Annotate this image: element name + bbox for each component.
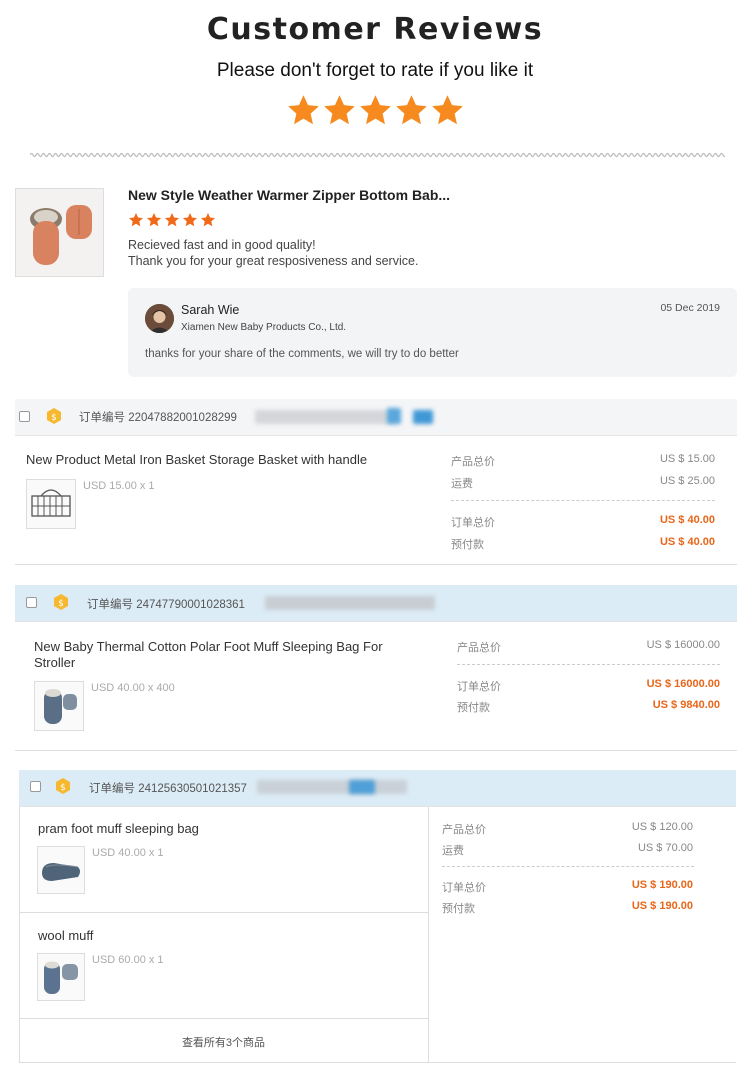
- order-card: $ 订单编号 24747790001028361 New Baby Therma…: [15, 585, 737, 751]
- summary-value: US $ 15.00: [659, 453, 715, 465]
- summary-divider: [457, 664, 720, 665]
- star-icon: [147, 213, 161, 227]
- item-divider: [19, 1018, 428, 1019]
- page-title: Customer Reviews: [206, 12, 544, 47]
- order-badge-icon: $: [47, 408, 61, 424]
- page-subtitle: Please don't forget to rate if you like …: [216, 60, 534, 81]
- order-bottom-border: [15, 750, 737, 751]
- summary-divider: [442, 866, 694, 867]
- order-select-checkbox[interactable]: [19, 411, 30, 422]
- wavy-divider: [30, 152, 725, 158]
- svg-text:$: $: [58, 599, 64, 609]
- reply-company-name: Xiamen New Baby Products Co., Ltd.: [181, 322, 347, 333]
- order-item-thumbnail[interactable]: [26, 479, 76, 529]
- sleeping-bag-icon: [16, 189, 103, 276]
- summary-value: US $ 120.00: [631, 821, 693, 833]
- blurred-text: [257, 780, 407, 794]
- blurred-text: [413, 410, 433, 424]
- order-left-border: [19, 807, 20, 1063]
- star-icon: [359, 95, 391, 125]
- star-icon: [165, 213, 179, 227]
- view-all-items-link[interactable]: 查看所有3个商品: [19, 1034, 428, 1050]
- order-header: $ 订单编号 22047882001028299: [15, 399, 737, 436]
- order-item-name[interactable]: pram foot muff sleeping bag: [38, 821, 398, 837]
- star-icon: [323, 95, 355, 125]
- order-total: US $ 40.00: [659, 514, 715, 526]
- order-prepayment: US $ 190.00: [631, 900, 693, 912]
- summary-label: 预付款: [457, 702, 490, 714]
- order-card: $ 订单编号 24125630501021357 pram foot muff …: [19, 770, 736, 1063]
- review-product-title[interactable]: New Style Weather Warmer Zipper Bottom B…: [128, 187, 450, 203]
- star-icon: [129, 213, 143, 227]
- reply-author-name: Sarah Wie: [181, 303, 240, 317]
- order-select-checkbox[interactable]: [30, 781, 41, 792]
- order-item-thumbnail[interactable]: [37, 846, 85, 894]
- order-item-price: USD 40.00 x 1: [92, 847, 164, 859]
- order-bottom-border: [19, 1062, 736, 1063]
- order-item-thumbnail[interactable]: [37, 953, 85, 1001]
- review-text-line: Recieved fast and in good quality!: [128, 238, 316, 252]
- seller-reply: Sarah Wie Xiamen New Baby Products Co., …: [128, 288, 737, 377]
- summary-label: 预付款: [451, 539, 484, 551]
- reply-date: 05 Dec 2019: [660, 302, 720, 314]
- order-number: 订单编号 22047882001028299: [79, 412, 237, 424]
- foot-muff-icon: [42, 863, 80, 881]
- star-icon: [287, 95, 319, 125]
- blurred-text: [255, 410, 395, 424]
- summary-label: 产品总价: [442, 824, 486, 836]
- order-total: US $ 190.00: [631, 879, 693, 891]
- summary-label: 订单总价: [457, 681, 501, 693]
- summary-label: 订单总价: [442, 882, 486, 894]
- order-card: $ 订单编号 22047882001028299 New Product Met…: [15, 399, 737, 565]
- summary-label: 运费: [442, 845, 464, 857]
- order-header: $ 订单编号 24125630501021357: [19, 770, 736, 807]
- order-bottom-border: [15, 564, 737, 565]
- order-prepayment: US $ 40.00: [659, 536, 715, 548]
- order-prepayment: US $ 9840.00: [652, 699, 720, 711]
- order-column-divider: [428, 807, 429, 1063]
- review-product-thumbnail[interactable]: [15, 188, 104, 277]
- summary-value: US $ 70.00: [637, 842, 693, 854]
- blurred-text: [349, 780, 375, 794]
- summary-label: 产品总价: [451, 456, 495, 468]
- summary-label: 产品总价: [457, 642, 501, 654]
- avatar: [145, 304, 174, 333]
- order-select-checkbox[interactable]: [26, 597, 37, 608]
- order-item-name[interactable]: wool muff: [38, 928, 398, 944]
- basket-icon: [31, 489, 71, 517]
- star-icon: [395, 95, 427, 125]
- order-badge-icon: $: [54, 594, 68, 610]
- reply-text: thanks for your share of the comments, w…: [145, 348, 459, 360]
- summary-label: 运费: [451, 478, 473, 490]
- order-item-price: USD 40.00 x 400: [91, 682, 175, 694]
- order-item-price: USD 60.00 x 1: [92, 954, 164, 966]
- summary-divider: [451, 500, 715, 501]
- order-number: 订单编号 24125630501021357: [89, 783, 247, 795]
- order-header: $ 订单编号 24747790001028361: [15, 585, 737, 622]
- sleeping-bag-icon: [44, 689, 77, 724]
- review-star-rating: [128, 212, 216, 228]
- order-item-price: USD 15.00 x 1: [83, 480, 155, 492]
- star-icon: [183, 213, 197, 227]
- summary-label: 预付款: [442, 903, 475, 915]
- star-icon: [201, 213, 215, 227]
- svg-text:$: $: [51, 413, 57, 423]
- order-item-thumbnail[interactable]: [34, 681, 84, 731]
- order-badge-icon: $: [56, 778, 70, 794]
- order-item-name[interactable]: New Baby Thermal Cotton Polar Foot Muff …: [34, 639, 414, 671]
- star-icon: [431, 95, 463, 125]
- wool-muff-icon: [44, 961, 78, 994]
- order-item-name[interactable]: New Product Metal Iron Basket Storage Ba…: [26, 452, 426, 468]
- order-number: 订单编号 24747790001028361: [87, 599, 245, 611]
- summary-value: US $ 16000.00: [646, 639, 720, 651]
- svg-text:$: $: [60, 783, 66, 793]
- summary-value: US $ 25.00: [659, 475, 715, 487]
- blurred-text: [387, 408, 401, 424]
- header-star-rating: [0, 93, 750, 128]
- summary-label: 订单总价: [451, 517, 495, 529]
- order-total: US $ 16000.00: [646, 678, 720, 690]
- blurred-text: [265, 596, 435, 610]
- item-divider: [19, 912, 428, 913]
- review-text-line: Thank you for your great resposiveness a…: [128, 254, 419, 268]
